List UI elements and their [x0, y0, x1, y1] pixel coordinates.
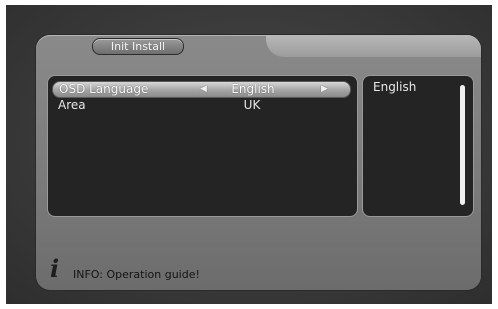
scrollbar[interactable] [460, 85, 465, 205]
info-icon: i [50, 254, 60, 283]
arrow-right-icon[interactable]: ▶ [321, 82, 328, 97]
setting-row-area[interactable]: Area UK [52, 98, 349, 113]
frame-top-bar [266, 35, 481, 57]
setting-value: English [231, 82, 275, 96]
tv-screen: Init Install OSD Language ◀ English ▶ Ar… [6, 5, 492, 304]
setting-value: UK [243, 98, 261, 112]
window-title: Init Install [92, 38, 184, 55]
options-panel: English [362, 75, 474, 217]
arrow-left-icon[interactable]: ◀ [200, 82, 207, 97]
option-item[interactable]: English [373, 80, 416, 94]
setting-row-osd-language[interactable]: OSD Language ◀ English ▶ [52, 81, 351, 98]
setting-label: OSD Language [59, 82, 149, 96]
info-text: INFO: Operation guide! [73, 268, 200, 281]
setting-label: Area [58, 98, 86, 112]
settings-panel: OSD Language ◀ English ▶ Area UK [47, 75, 358, 217]
init-install-window: Init Install OSD Language ◀ English ▶ Ar… [36, 35, 481, 290]
